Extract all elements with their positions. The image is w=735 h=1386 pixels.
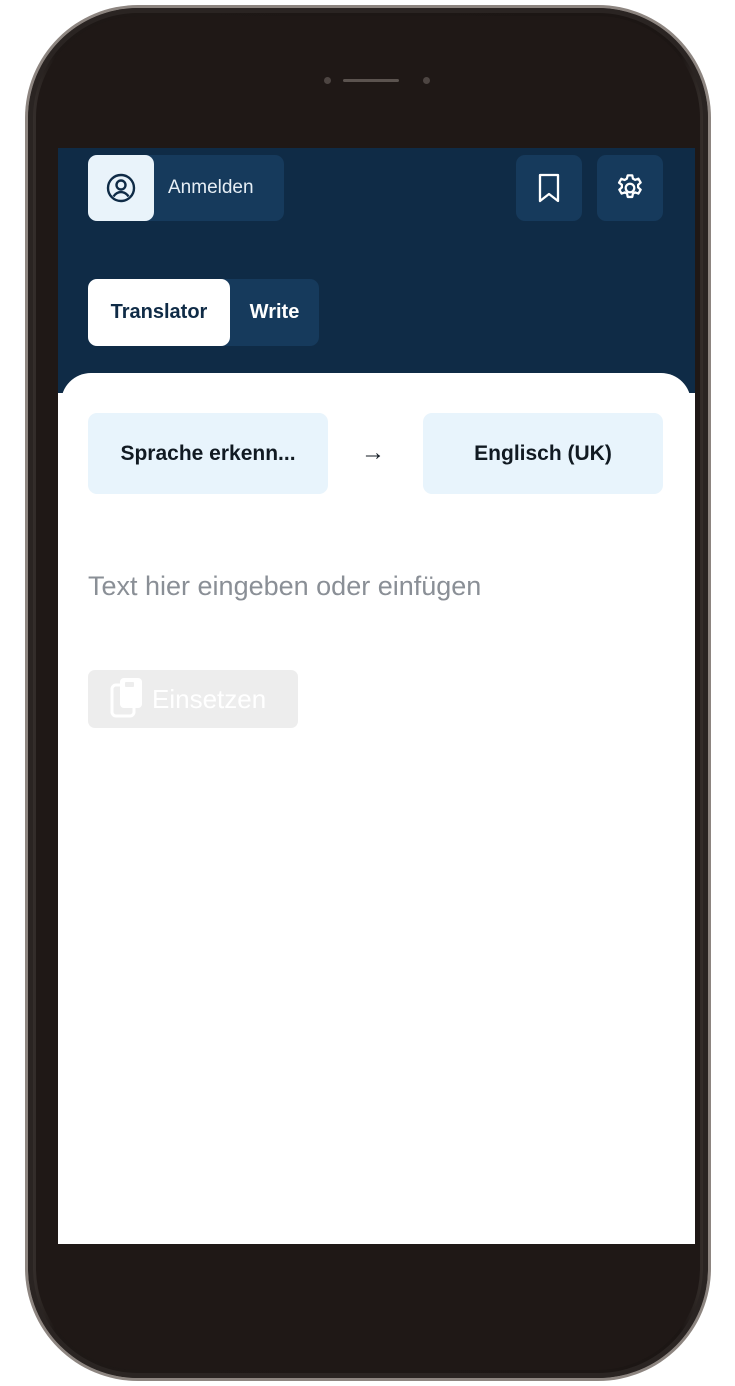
sensor-dot [423,77,430,84]
app-header: Anmelden Translator Write [58,148,695,393]
settings-button[interactable] [597,155,663,221]
earpiece-speaker [343,79,399,82]
front-camera-dot [324,77,331,84]
tab-translator[interactable]: Translator [88,279,230,346]
target-language-button[interactable]: Englisch (UK) [423,413,663,494]
paste-label: Einsetzen [152,683,267,714]
paste-button[interactable]: Einsetzen [88,670,298,728]
tab-write[interactable]: Write [230,279,319,346]
app-screen: Anmelden Translator Write Sprache erkenn… [58,148,695,1244]
mode-tabs: Translator Write [88,279,319,346]
gear-icon [614,172,646,204]
login-button[interactable]: Anmelden [88,155,284,221]
source-text-input[interactable] [88,563,668,609]
login-label: Anmelden [168,177,254,198]
account-icon-box [88,155,154,221]
account-circle-icon [105,172,137,204]
bookmark-button[interactable] [516,155,582,221]
bookmark-icon [535,172,563,204]
source-language-button[interactable]: Sprache erkenn... [88,413,328,494]
translator-panel: Sprache erkenn... → Englisch (UK) Einset… [61,373,691,1244]
language-direction-arrow[interactable]: → [358,439,388,467]
clipboard-icon [110,676,146,720]
